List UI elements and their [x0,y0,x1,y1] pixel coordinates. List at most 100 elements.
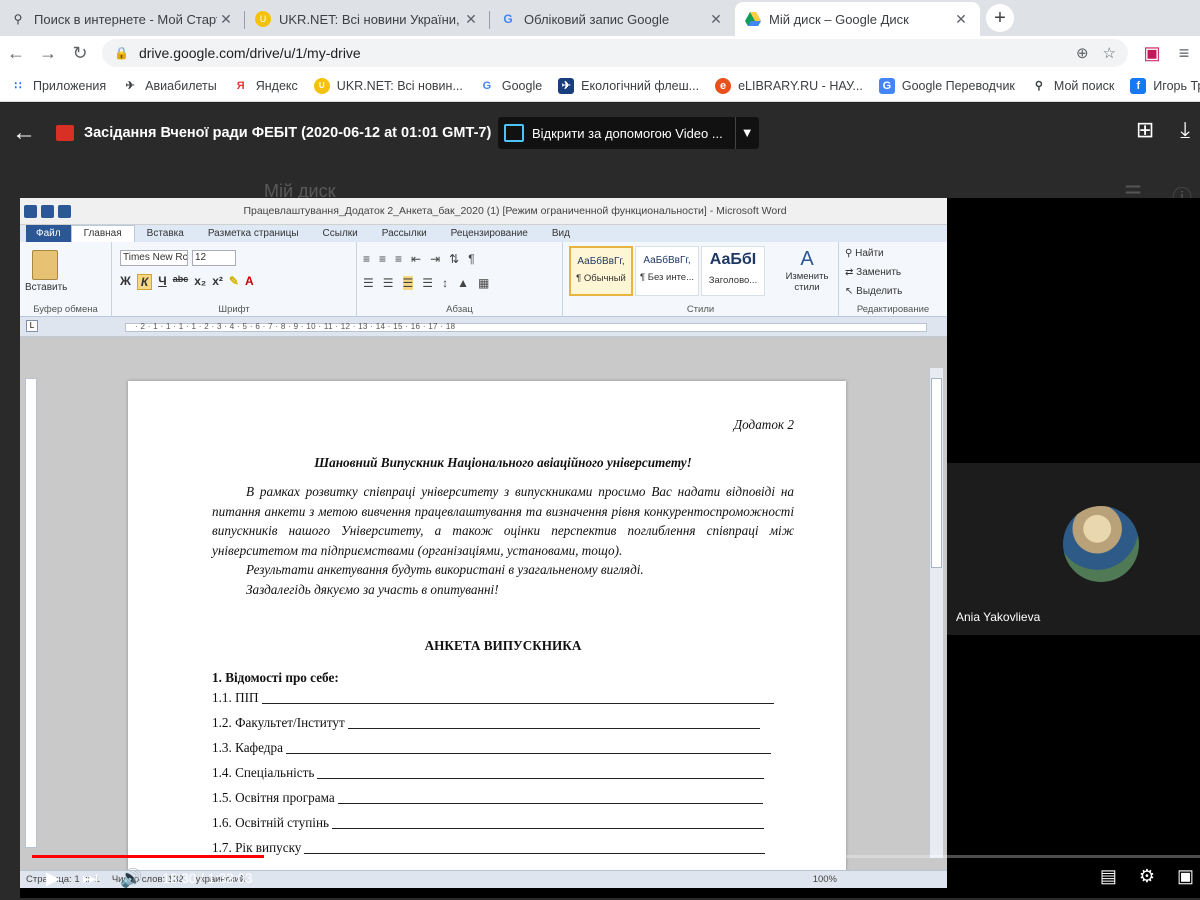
group-label: Абзац [446,304,473,315]
bookmark-aviabilety[interactable]: ✈ Авиабилеты [122,78,217,94]
bookmark-elibrary[interactable]: e eLIBRARY.RU - НАУ... [715,77,863,94]
miniplayer-icon[interactable]: ▣ [1177,866,1194,887]
back-arrow-icon[interactable]: ← [12,119,56,147]
close-icon[interactable]: ✕ [217,11,235,28]
url-input[interactable]: 🔒 drive.google.com/drive/u/1/my-drive ⊕ … [102,39,1128,67]
bookmark-ukrnet[interactable]: U UKR.NET: Всі новин... [313,77,463,94]
new-tab-button[interactable]: + [986,4,1014,32]
justify-icon: ☰ [422,276,434,290]
play-icon[interactable]: ▶ [46,868,60,889]
volume-icon[interactable]: 🔊 [120,868,142,889]
cursor-icon: ↖ [845,286,854,297]
bookmark-google[interactable]: G Google [479,78,543,94]
field-label: 1.6. Освітній ступінь [212,815,330,830]
intro-paragraph: В рамках розвитку співпраці університету… [212,484,794,558]
field-line [261,687,774,704]
field-label: 1.2. Факультет/Інститут [212,715,345,730]
bookmark-my-search[interactable]: ⚲ Мой поиск [1031,78,1114,94]
forward-icon[interactable]: → [32,43,64,64]
search-icon: ⚲ [13,12,23,26]
word-title-bar: Працевлаштування_Додаток 2_Анкета_бак_20… [20,198,947,225]
next-icon[interactable]: ⏭ [82,868,98,889]
video-player-icon [504,124,524,142]
bold-icon: Ж [120,274,131,288]
style-normal: АаБбВвГг, ¶ Обычный [569,246,633,296]
bookmark-eco-flash[interactable]: ✈ Екологічний флеш... [558,77,699,94]
replace-label: Заменить [856,267,902,278]
greeting: Шановний Випускник Національного авіацій… [314,455,692,470]
captions-icon[interactable]: ▤ [1100,866,1117,887]
tab-search[interactable]: ⚲ Поиск в интернете - Мой Старт ✕ [0,2,245,36]
select-label: Выделить [856,286,903,297]
ukrnet-icon: U [313,77,330,94]
add-icon[interactable]: ⊕ [1076,44,1089,62]
field-label: 1.3. Кафедра [212,740,283,755]
participant-tile: Ania Yakovlieva [947,463,1200,635]
change-styles-button: A Изменить стили [781,248,833,293]
download-icon[interactable]: ⤓ [1180,117,1190,143]
reload-icon[interactable]: ↻ [64,43,96,64]
word-tab-mailings: Рассылки [381,228,427,239]
star-icon[interactable]: ☆ [1103,44,1116,62]
field-label: 1.4. Спеціальність [212,765,315,780]
lock-icon[interactable]: 🔒 [114,46,129,60]
align-right-icon: ☰ [402,276,414,290]
field-label: 1.7. Рік випуску [212,840,302,855]
style-no-spacing: АаБбВвГг, ¶ Без инте... [635,246,699,296]
bookmark-label: Приложения [33,78,107,93]
group-label: Стили [686,304,715,315]
form-field: 1.6. Освітній ступінь [212,812,774,837]
scroll-thumb [931,378,942,568]
tab-google-drive[interactable]: Мій диск – Google Диск ✕ [735,2,980,36]
paste-icon [32,250,58,280]
bookmark-facebook[interactable]: f Игорь Трофи [1130,77,1200,94]
style-preview: АаБбВвГг, [643,255,691,266]
url-text: drive.google.com/drive/u/1/my-drive [138,45,361,61]
avatar [1063,506,1139,582]
tab-google-account[interactable]: G Обліковий запис Google ✕ [490,2,735,36]
format-buttons: Ж К Чabc x₂ x² ✎ A [120,274,254,290]
tab-title: Поиск в интернете - Мой Старт [34,11,217,27]
borders-icon: ▦ [477,276,490,290]
close-icon[interactable]: ✕ [707,11,725,28]
open-with-button[interactable]: Відкрити за допомогою Video ... ▼ [498,117,759,149]
translate-icon: G [878,77,895,94]
participant-gallery: Ania Yakovlieva [947,198,1200,888]
close-icon[interactable]: ✕ [952,11,970,28]
underline-icon: Ч [158,274,167,288]
bookmark-yandex[interactable]: Я Яндекс [233,78,298,94]
bookmark-label: Авиабилеты [145,78,217,93]
menu-icon[interactable]: ≡ [1168,43,1200,64]
add-to-drive-icon[interactable]: ⊞ [1136,117,1154,143]
video-progress-bar[interactable] [32,855,1200,858]
field-line [317,762,765,779]
video-controls: ▶ ⏭ 🔊 18:30 / 1:33:03 ▤ ⚙ ▣ [20,860,1200,896]
style-heading: АаБбI Заголово... [701,246,765,296]
video-right-controls: ▤ ⚙ ▣ [1100,866,1194,887]
bookmark-translate[interactable]: G Google Переводчик [878,77,1015,94]
field-label: 1.1. ПІП [212,690,259,705]
chevron-down-icon[interactable]: ▼ [734,117,759,149]
tab-selector-icon: L [26,320,38,332]
group-label: Редактирование [856,304,930,315]
word-tab-home: Главная [70,225,135,242]
form-field: 1.3. Кафедра [212,737,774,762]
word-ribbon: Вставить Буфер обмена Times New Rc 12 ЖК… [20,242,947,317]
list-buttons: ≡ ≡ ≡ ⇤ ⇥ ⇅ ¶ [363,252,475,266]
find-button: ⚲ Найти [845,248,884,259]
highlight-icon: ✎ [228,274,239,288]
close-icon[interactable]: ✕ [462,11,480,28]
style-label: ¶ Без инте... [639,272,695,283]
back-icon[interactable]: ← [0,43,32,64]
settings-gear-icon[interactable]: ⚙ [1139,866,1155,887]
extension-icon[interactable]: ▣ [1136,43,1168,64]
style-label: ¶ Обычный [576,273,626,284]
bookmark-apps[interactable]: ∷ Приложения [10,78,107,94]
word-tab-references: Ссылки [322,228,358,239]
tab-ukrnet[interactable]: U UKR.NET: Всі новини України, ос ✕ [245,2,490,36]
airplane-icon: ✈ [558,77,575,94]
bookmark-label: eLIBRARY.RU - НАУ... [738,78,863,93]
bookmarks-bar: ∷ Приложения ✈ Авиабилеты Я Яндекс U UKR.NET… [0,70,1200,102]
video-player[interactable]: Працевлаштування_Додаток 2_Анкета_бак_20… [20,198,1200,898]
style-preview: АаБбВвГг, [577,256,625,267]
